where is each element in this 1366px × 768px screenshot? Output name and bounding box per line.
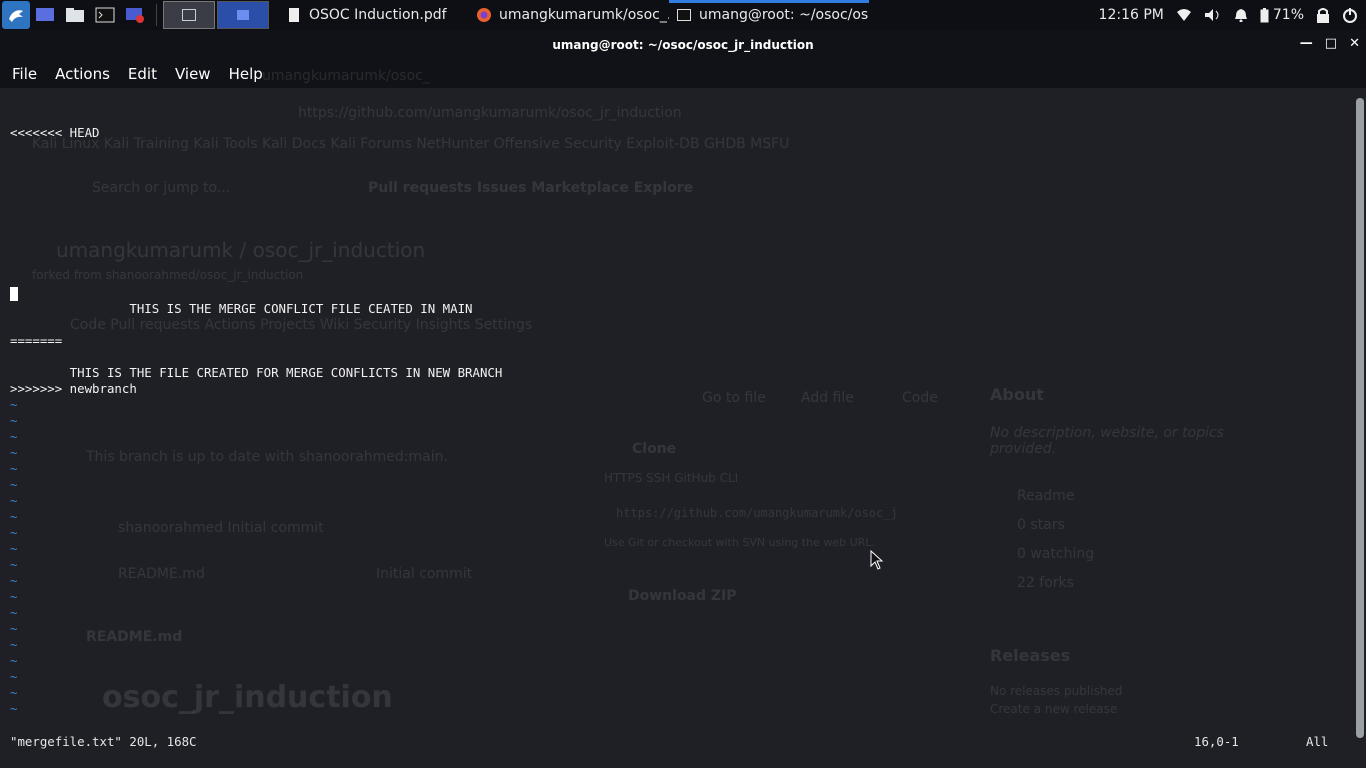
scrollbar-thumb[interactable] xyxy=(1356,98,1364,738)
status-scroll-position: All xyxy=(1306,734,1329,749)
mouse-pointer-icon xyxy=(870,550,884,570)
battery-icon xyxy=(1260,7,1269,22)
kali-dragon-icon xyxy=(9,10,23,22)
close-icon[interactable]: ✕ xyxy=(1349,36,1360,51)
terminal-icon xyxy=(677,8,691,22)
system-tray: 12:16 PM 71% xyxy=(1099,0,1366,30)
maximize-icon[interactable]: □ xyxy=(1325,36,1337,51)
task-label: OSOC Induction.pdf xyxy=(309,7,447,23)
taskbar: OSOC Induction.pdf umangkumarumk/osoc_..… xyxy=(0,0,1366,30)
vim-tilde-line: ~ xyxy=(10,669,18,684)
vim-status-line: "mergefile.txt" 20L, 168C 16,0-1 All xyxy=(10,734,1350,750)
vim-tilde-line: ~ xyxy=(10,525,18,540)
vim-tilde-line: ~ xyxy=(10,557,18,572)
window-title: umang@root: ~/osoc/osoc_jr_induction xyxy=(552,38,814,52)
conflict-branch-line: THIS IS THE FILE CREATED FOR MERGE CONFL… xyxy=(10,365,503,380)
recorder-launcher[interactable] xyxy=(122,2,148,28)
workspace-1[interactable] xyxy=(163,1,215,29)
power-icon[interactable] xyxy=(1342,7,1358,23)
conflict-main-line: THIS IS THE MERGE CONFLICT FILE CEATED I… xyxy=(10,301,473,316)
window-controls: — □ ✕ xyxy=(1300,36,1360,51)
status-cursor-position: 16,0-1 xyxy=(1194,734,1239,749)
screen-recorder-icon xyxy=(126,8,144,23)
vim-tilde-line: ~ xyxy=(10,589,18,604)
vim-tilde-line: ~ xyxy=(10,445,18,460)
window-icon xyxy=(237,10,249,20)
terminal-scrollbar[interactable] xyxy=(1356,98,1364,738)
lock-icon[interactable] xyxy=(1316,7,1330,23)
battery-percent: 71% xyxy=(1272,7,1304,23)
terminal-icon xyxy=(182,9,196,21)
desktop-icon xyxy=(36,8,54,21)
vim-tilde-line: ~ xyxy=(10,397,18,412)
battery-indicator[interactable]: 71% xyxy=(1260,7,1304,23)
vim-tilde-line: ~ xyxy=(10,621,18,636)
taskbar-separator xyxy=(156,4,157,26)
vim-tilde-line: ~ xyxy=(10,477,18,492)
terminal-content[interactable]: <<<<<<< HEAD THIS IS THE MERGE CONFLICT … xyxy=(0,66,1352,738)
vim-tilde-line: ~ xyxy=(10,685,18,700)
task-firefox[interactable]: umangkumarumk/osoc_... xyxy=(469,0,669,30)
vim-tilde-line: ~ xyxy=(10,509,18,524)
wifi-icon[interactable] xyxy=(1176,8,1192,22)
window-titlebar[interactable]: umang@root: ~/osoc/osoc_jr_induction — □… xyxy=(0,30,1366,60)
minimize-icon[interactable]: — xyxy=(1300,36,1313,51)
vim-tilde-line: ~ xyxy=(10,541,18,556)
terminal-launcher[interactable] xyxy=(92,2,118,28)
task-terminal[interactable]: umang@root: ~/osoc/os... xyxy=(669,0,869,30)
vim-tilde-line: ~ xyxy=(10,573,18,588)
status-file-info: "mergefile.txt" 20L, 168C xyxy=(10,734,197,749)
clock[interactable]: 12:16 PM xyxy=(1099,7,1164,23)
desktop-launcher[interactable] xyxy=(32,2,58,28)
vim-empty-lines: ~ ~ ~ ~ ~ ~ ~ ~ ~ ~ ~ ~ ~ ~ ~ ~ ~ ~ ~ ~ xyxy=(10,397,1352,717)
conflict-separator: ======= xyxy=(10,333,63,348)
vim-tilde-line: ~ xyxy=(10,653,18,668)
files-launcher[interactable] xyxy=(62,2,88,28)
vim-tilde-line: ~ xyxy=(10,413,18,428)
text-cursor xyxy=(10,286,18,301)
vim-tilde-line: ~ xyxy=(10,461,18,476)
conflict-tail-marker: >>>>>>> newbranch xyxy=(10,381,137,396)
vim-tilde-line: ~ xyxy=(10,429,18,444)
kali-menu-button[interactable] xyxy=(2,1,30,29)
terminal-icon xyxy=(95,7,115,23)
volume-icon[interactable] xyxy=(1204,8,1222,22)
workspace-2[interactable] xyxy=(217,1,269,29)
vim-tilde-line: ~ xyxy=(10,493,18,508)
task-label: umangkumarumk/osoc_... xyxy=(499,7,669,23)
document-icon xyxy=(287,8,301,22)
folder-icon xyxy=(66,8,84,22)
vim-tilde-line: ~ xyxy=(10,637,18,652)
task-label: umang@root: ~/osoc/os... xyxy=(699,7,869,23)
task-pdf[interactable]: OSOC Induction.pdf xyxy=(279,0,469,30)
bell-icon[interactable] xyxy=(1234,8,1248,22)
firefox-icon xyxy=(477,8,491,22)
vim-tilde-line: ~ xyxy=(10,605,18,620)
vim-tilde-line: ~ xyxy=(10,701,18,716)
conflict-head-marker: <<<<<<< HEAD xyxy=(10,125,100,140)
